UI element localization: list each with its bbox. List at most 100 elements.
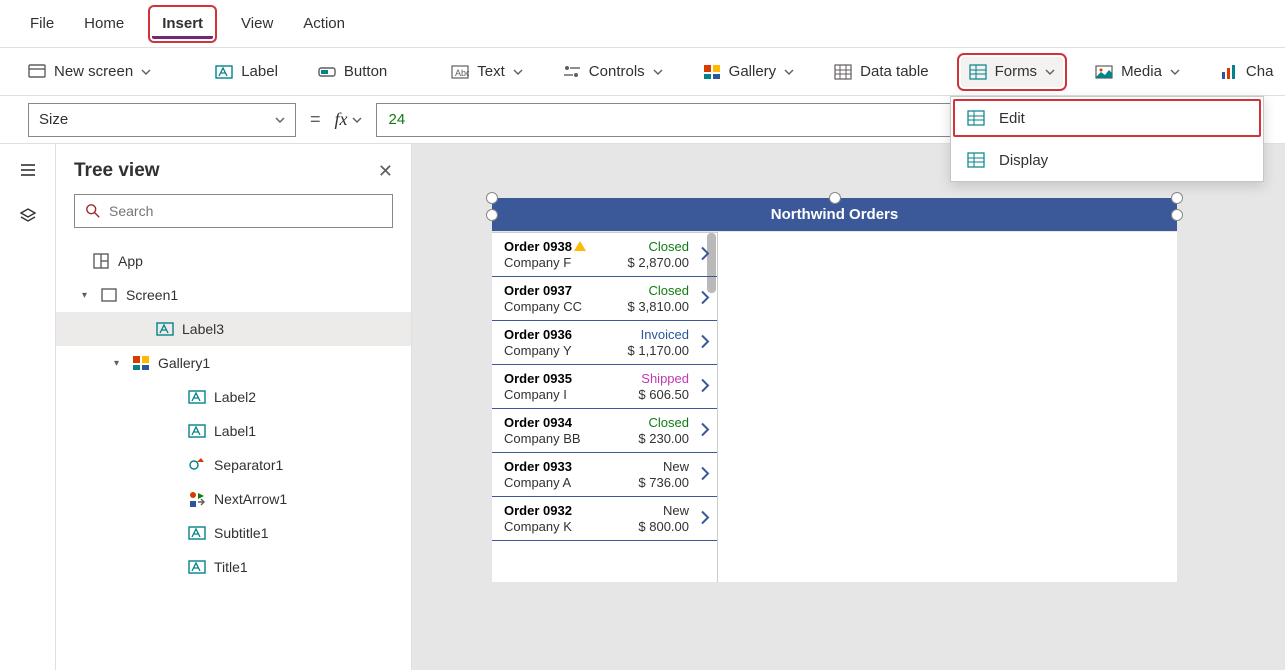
button-icon: [318, 63, 336, 81]
chevron-right-icon[interactable]: [699, 290, 711, 307]
resize-handle[interactable]: [829, 192, 841, 204]
ribbon-data-table[interactable]: Data table: [826, 57, 936, 87]
forms-menu-display-label: Display: [999, 152, 1048, 169]
chart-icon: [1220, 63, 1238, 81]
resize-handle[interactable]: [486, 192, 498, 204]
tree-node-separator1[interactable]: Separator1: [56, 448, 411, 482]
order-status: Shipped: [641, 371, 689, 386]
label-icon: [156, 320, 174, 338]
tree-node-gallery1[interactable]: ▾ Gallery1: [56, 346, 411, 380]
forms-menu-edit-label: Edit: [999, 110, 1025, 127]
tree-node-screen1[interactable]: ▾ Screen1: [56, 278, 411, 312]
order-number: Order 0936: [504, 327, 572, 342]
ribbon-chart[interactable]: Cha: [1212, 57, 1282, 87]
screen-icon: [100, 286, 118, 304]
forms-menu-display[interactable]: Display: [951, 139, 1263, 181]
tree-node-subtitle1[interactable]: Subtitle1: [56, 516, 411, 550]
ribbon-button-text: Button: [344, 63, 387, 80]
menu-view[interactable]: View: [239, 11, 275, 36]
chevron-down-icon: [1170, 67, 1180, 77]
gallery-item[interactable]: Order 0936InvoicedCompany Y$ 1,170.00: [492, 321, 717, 365]
gallery-item[interactable]: Order 0933NewCompany A$ 736.00: [492, 453, 717, 497]
ribbon-controls[interactable]: Controls: [555, 57, 671, 87]
tree-node-app[interactable]: App: [56, 244, 411, 278]
chevron-down-icon: [352, 115, 362, 125]
tree-node-label: NextArrow1: [214, 491, 287, 507]
resize-handle[interactable]: [1171, 192, 1183, 204]
tree-close-button[interactable]: ✕: [378, 161, 393, 182]
menu-file[interactable]: File: [28, 11, 56, 36]
chevron-right-icon[interactable]: [699, 510, 711, 527]
ribbon-forms[interactable]: Forms: [961, 57, 1064, 87]
tree-body: App ▾ Screen1 Label3 ▾ Gallery1 Label2: [56, 238, 411, 670]
chevron-right-icon[interactable]: [699, 378, 711, 395]
menubar: File Home Insert View Action: [0, 0, 1285, 48]
ribbon-text-label: Text: [477, 63, 505, 80]
gallery-item[interactable]: Order 0934ClosedCompany BB$ 230.00: [492, 409, 717, 453]
menu-insert[interactable]: Insert: [152, 9, 213, 39]
rail-tree-view[interactable]: [0, 204, 40, 228]
order-status: Closed: [649, 283, 689, 298]
order-amount: $ 1,170.00: [628, 343, 689, 358]
order-amount: $ 800.00: [638, 519, 689, 534]
menu-home[interactable]: Home: [82, 11, 126, 36]
tree-node-label3[interactable]: Label3: [56, 312, 411, 346]
ribbon-media[interactable]: Media: [1087, 57, 1188, 87]
ribbon-controls-label: Controls: [589, 63, 645, 80]
selected-label[interactable]: Northwind Orders: [492, 198, 1177, 231]
ribbon: New screen Label Button Text Controls Ga…: [0, 48, 1285, 96]
title-bar[interactable]: Northwind Orders: [492, 198, 1177, 231]
tree-node-label: App: [118, 253, 143, 269]
ribbon-media-label: Media: [1121, 63, 1162, 80]
tree-node-label: Separator1: [214, 457, 283, 473]
chevron-right-icon[interactable]: [699, 466, 711, 483]
tree-node-title1[interactable]: Title1: [56, 550, 411, 584]
company-name: Company K: [504, 519, 572, 534]
chevron-right-icon[interactable]: [699, 422, 711, 439]
menu-action[interactable]: Action: [301, 11, 347, 36]
order-number: Order 0933: [504, 459, 572, 474]
chevron-right-icon[interactable]: [699, 334, 711, 351]
property-selector[interactable]: Size: [28, 103, 296, 137]
order-status: Closed: [649, 239, 689, 254]
ribbon-button[interactable]: Button: [310, 57, 395, 87]
gallery-preview[interactable]: Order 0938ClosedCompany F$ 2,870.00Order…: [492, 232, 718, 582]
order-status: Closed: [649, 415, 689, 430]
ribbon-text[interactable]: Text: [443, 57, 531, 87]
ribbon-new-screen-label: New screen: [54, 63, 133, 80]
tree-node-label: Label2: [214, 389, 256, 405]
left-rail: [0, 144, 56, 670]
tree-search[interactable]: [74, 194, 393, 228]
company-name: Company A: [504, 475, 571, 490]
ribbon-new-screen[interactable]: New screen: [20, 57, 159, 87]
gallery-item[interactable]: Order 0938ClosedCompany F$ 2,870.00: [492, 233, 717, 277]
gallery-item[interactable]: Order 0937ClosedCompany CC$ 3,810.00: [492, 277, 717, 321]
tree-search-input[interactable]: [109, 203, 382, 219]
fx-button[interactable]: fx: [335, 109, 362, 130]
ribbon-label-text: Label: [241, 63, 278, 80]
gallery-item[interactable]: Order 0932NewCompany K$ 800.00: [492, 497, 717, 541]
order-amount: $ 736.00: [638, 475, 689, 490]
chevron-right-icon[interactable]: [699, 246, 711, 263]
order-amount: $ 230.00: [638, 431, 689, 446]
ribbon-label[interactable]: Label: [207, 57, 286, 87]
controls-icon: [563, 63, 581, 81]
gallery-item[interactable]: Order 0935ShippedCompany I$ 606.50: [492, 365, 717, 409]
tree-node-nextarrow1[interactable]: NextArrow1: [56, 482, 411, 516]
ribbon-gallery[interactable]: Gallery: [695, 57, 803, 87]
resize-handle[interactable]: [486, 209, 498, 221]
tree-title: Tree view: [74, 160, 160, 182]
screen-icon: [28, 63, 46, 81]
tree-node-label1[interactable]: Label1: [56, 414, 411, 448]
canvas[interactable]: Northwind Orders Order 0938ClosedCompany…: [412, 144, 1285, 670]
caret-icon: ▾: [114, 358, 124, 369]
resize-handle[interactable]: [1171, 209, 1183, 221]
media-icon: [1095, 63, 1113, 81]
rail-hamburger[interactable]: [16, 158, 40, 182]
forms-menu-edit[interactable]: Edit: [951, 97, 1263, 139]
order-number: Order 0932: [504, 503, 572, 518]
ribbon-chart-label: Cha: [1246, 63, 1274, 80]
ribbon-forms-label: Forms: [995, 63, 1038, 80]
nextarrow-icon: [188, 490, 206, 508]
tree-node-label2[interactable]: Label2: [56, 380, 411, 414]
